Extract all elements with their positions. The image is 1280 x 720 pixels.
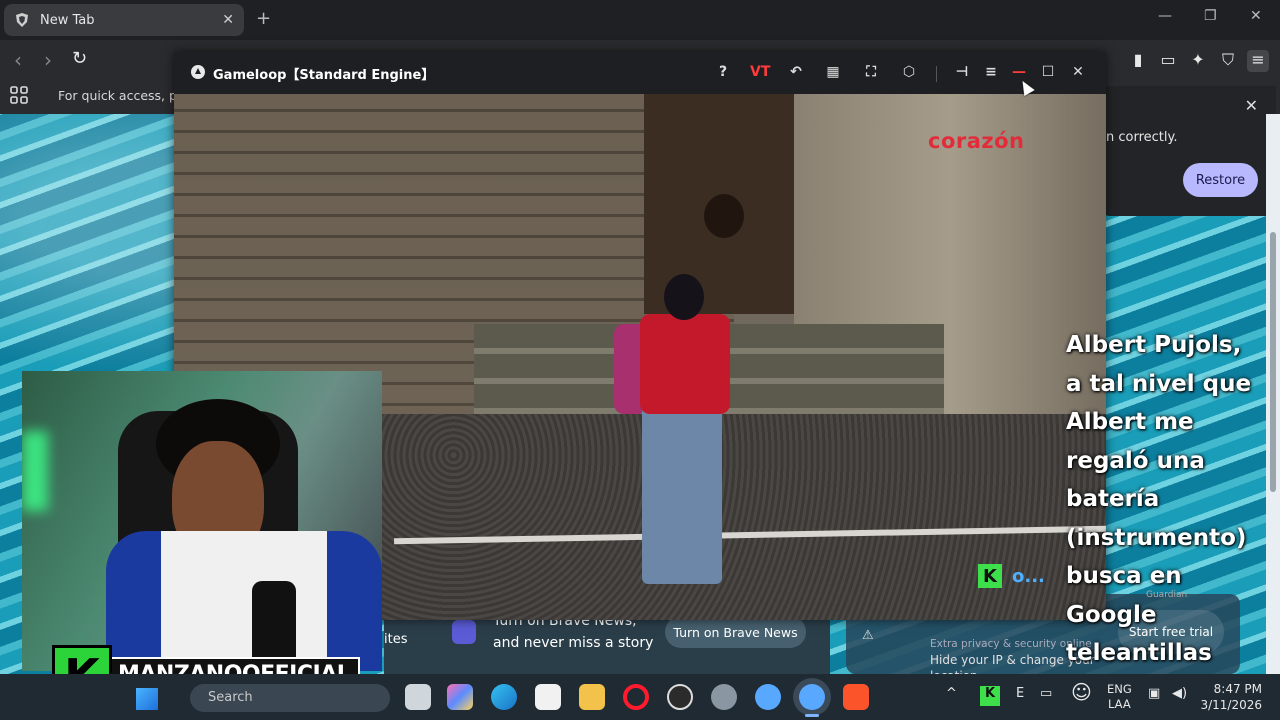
reload-icon[interactable]: ↻ bbox=[72, 48, 87, 69]
webcam-overlay bbox=[22, 371, 382, 671]
channel-watermark: corazón bbox=[928, 129, 1025, 153]
sidebar-icon[interactable]: ▮ bbox=[1127, 50, 1149, 72]
obs-icon[interactable] bbox=[667, 684, 693, 710]
tab-new-tab[interactable]: New Tab ✕ bbox=[4, 4, 244, 36]
fullscreen-icon[interactable]: ⛶ bbox=[861, 64, 881, 84]
gameloop-app-icon[interactable] bbox=[755, 684, 781, 710]
vpn-warning-icon: ⚠ bbox=[862, 628, 874, 643]
search-box[interactable]: Search bbox=[190, 684, 390, 712]
back-arrow-icon[interactable]: ↶ bbox=[786, 64, 806, 84]
settings-icon[interactable] bbox=[711, 684, 737, 710]
volume-icon[interactable]: ◀) bbox=[1172, 686, 1187, 701]
tray-k-icon[interactable]: K bbox=[980, 686, 1000, 706]
gamepad-icon[interactable]: ⬡ bbox=[899, 64, 919, 84]
subtitle-block: Albert Pujols, a tal nivel que Albert me… bbox=[1066, 326, 1276, 673]
window-restore-icon[interactable]: ❐ bbox=[1204, 8, 1217, 24]
tray-overflow-icon[interactable]: ^ bbox=[946, 686, 957, 701]
subtitle-line: teleantillas bbox=[1066, 640, 1212, 666]
apps-grid-icon[interactable] bbox=[10, 86, 28, 104]
edge-icon[interactable] bbox=[491, 684, 517, 710]
subtitle-line: Albert Pujols, bbox=[1066, 332, 1242, 358]
subtitle-line: busca en bbox=[1066, 563, 1182, 589]
task-view-icon[interactable] bbox=[405, 684, 431, 710]
desktop: New Tab ✕ + — ❐ ✕ ‹ › ↻ ▮ ▭ ✦ ⛉ ≡ For qu… bbox=[0, 0, 1280, 720]
k-overlay-text: o... bbox=[1012, 565, 1045, 587]
hamburger-icon[interactable]: ≡ bbox=[981, 64, 1001, 84]
multi-instance-icon[interactable]: ▦ bbox=[823, 64, 843, 84]
tab-title: New Tab bbox=[40, 12, 95, 28]
brave-icon[interactable] bbox=[843, 684, 869, 710]
copilot-icon[interactable] bbox=[447, 684, 473, 710]
restore-session-popup: ✕ n correctly. Restore bbox=[1100, 86, 1276, 216]
wallet-icon[interactable]: ▭ bbox=[1157, 50, 1179, 72]
titlebar-divider bbox=[936, 66, 937, 82]
news-icon bbox=[452, 620, 476, 644]
gameloop-titlebar[interactable]: Gameloop【Standard Engine】 ? VT ↶ ▦ ⛶ ⬡ ⊣… bbox=[174, 52, 1106, 94]
network-icon[interactable]: ▣ bbox=[1148, 686, 1160, 701]
opera-icon[interactable] bbox=[623, 684, 649, 710]
store-icon[interactable] bbox=[535, 684, 561, 710]
subtitle-line: Google bbox=[1066, 601, 1157, 628]
restore-button[interactable]: Restore bbox=[1183, 163, 1258, 197]
popup-message: n correctly. bbox=[1106, 130, 1178, 145]
leo-ai-icon[interactable]: ✦ bbox=[1187, 50, 1209, 72]
card-fragment-text: ites bbox=[384, 632, 408, 647]
k-overlay: K o... bbox=[978, 564, 1045, 588]
man-figure bbox=[634, 274, 734, 594]
back-icon[interactable]: ‹ bbox=[14, 48, 22, 72]
start-icon[interactable] bbox=[136, 688, 158, 710]
gameloop-title: Gameloop【Standard Engine】 bbox=[213, 68, 435, 83]
menu-icon[interactable]: ≡ bbox=[1247, 50, 1269, 72]
taskbar: Search ^ K E ▭ ☺ ENG LAA ▣ ◀) 8:47 PM 3/… bbox=[0, 674, 1280, 720]
help-icon[interactable]: ? bbox=[713, 64, 733, 84]
turn-on-brave-news-button[interactable]: Turn on Brave News bbox=[665, 616, 806, 648]
subtitle-line: Albert me bbox=[1066, 409, 1194, 435]
subtitle-line: batería bbox=[1066, 486, 1160, 512]
vpn-icon[interactable]: ⛉ bbox=[1217, 50, 1239, 72]
brave-shield-icon bbox=[16, 13, 28, 27]
language-indicator[interactable]: ENG LAA bbox=[1107, 682, 1132, 712]
subtitle-line: a tal nivel que bbox=[1066, 370, 1252, 397]
subtitle-line: (instrumento) bbox=[1066, 524, 1247, 551]
tray-display-icon[interactable]: ▭ bbox=[1040, 686, 1052, 701]
vt-icon[interactable]: VT bbox=[750, 64, 770, 84]
subtitle-line: regaló una bbox=[1066, 447, 1205, 474]
girl-figure bbox=[704, 194, 744, 238]
tab-close-icon[interactable]: ✕ bbox=[222, 12, 234, 28]
clock[interactable]: 8:47 PM 3/11/2026 bbox=[1200, 681, 1262, 713]
gameloop-active-icon[interactable] bbox=[799, 684, 825, 717]
tray-emoji-icon[interactable]: ☺ bbox=[1071, 680, 1092, 704]
popup-close-icon[interactable]: ✕ bbox=[1245, 96, 1258, 115]
k-badge: K bbox=[978, 564, 1002, 588]
brave-news-card: ites Turn on Brave News, and never miss … bbox=[384, 613, 830, 674]
file-explorer-icon[interactable] bbox=[579, 684, 605, 710]
window-close-icon[interactable]: ✕ bbox=[1250, 8, 1262, 24]
window-minimize-icon[interactable]: — bbox=[1158, 8, 1172, 24]
forward-icon[interactable]: › bbox=[44, 48, 52, 72]
gameloop-logo-icon bbox=[191, 65, 205, 79]
tray-edge-icon[interactable]: E bbox=[1016, 686, 1024, 701]
green-lamp bbox=[22, 431, 48, 511]
maximize-icon[interactable]: ☐ bbox=[1038, 64, 1058, 84]
pin-icon[interactable]: ⊣ bbox=[952, 64, 972, 84]
browser-tabstrip: New Tab ✕ + — ❐ ✕ bbox=[0, 0, 1280, 40]
close-icon[interactable]: ✕ bbox=[1068, 64, 1088, 84]
new-tab-icon[interactable]: + bbox=[256, 8, 271, 29]
